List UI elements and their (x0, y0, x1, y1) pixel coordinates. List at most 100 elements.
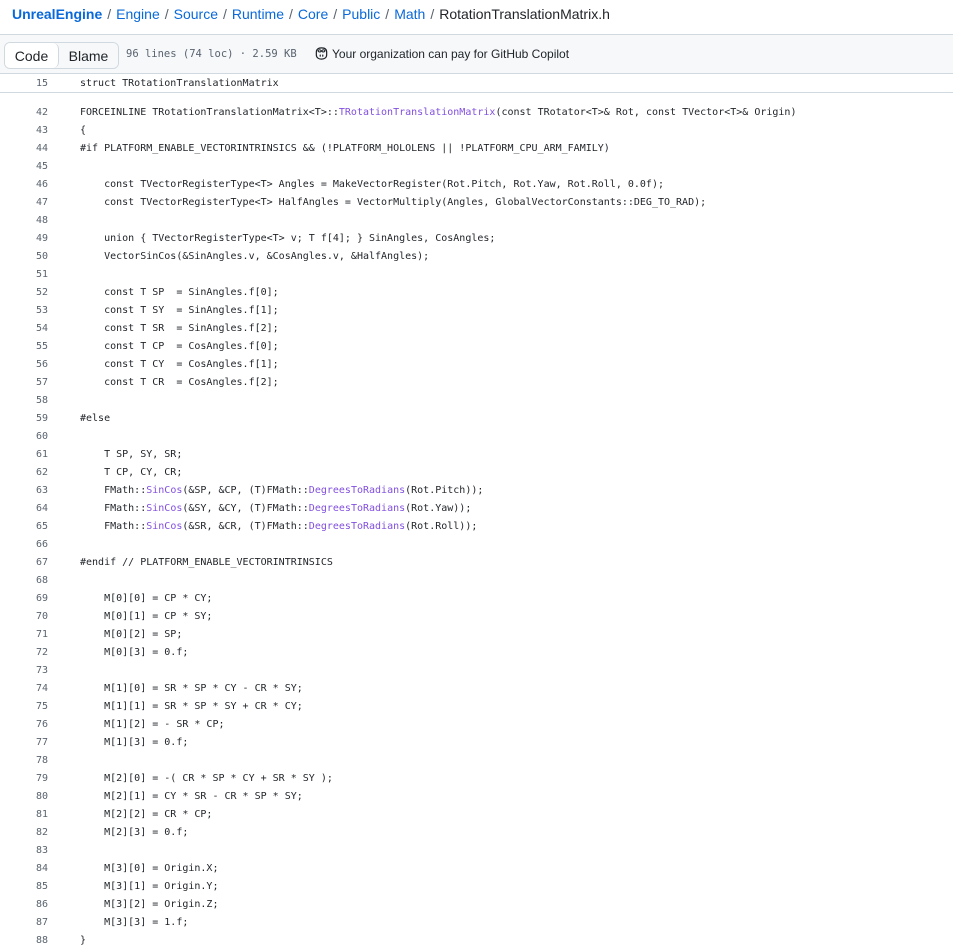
line-number[interactable]: 53 (0, 302, 48, 320)
line-number[interactable]: 86 (0, 896, 48, 914)
line-text: M[3][1] = Origin.Y; (80, 881, 219, 892)
line-number[interactable]: 46 (0, 176, 48, 194)
code-line: 50 VectorSinCos(&SinAngles.v, &CosAngles… (0, 248, 953, 266)
line-number[interactable]: 59 (0, 410, 48, 428)
line-number[interactable]: 83 (0, 842, 48, 860)
breadcrumb-current-file: RotationTranslationMatrix.h (439, 6, 610, 22)
line-number[interactable]: 49 (0, 230, 48, 248)
blame-tab-button[interactable]: Blame (59, 43, 118, 68)
line-text: FMath::SinCos(&SR, &CR, (T)FMath::Degree… (80, 521, 478, 532)
breadcrumb-separator: / (289, 6, 293, 22)
line-number[interactable]: 56 (0, 356, 48, 374)
line-text: #endif // PLATFORM_ENABLE_VECTORINTRINSI… (80, 557, 333, 568)
code-line: 76 M[1][2] = - SR * CP; (0, 716, 953, 734)
line-text: M[0][0] = CP * CY; (80, 593, 213, 604)
breadcrumb-link[interactable]: UnrealEngine (12, 6, 102, 22)
breadcrumb-link[interactable]: Engine (116, 6, 160, 22)
line-number[interactable]: 65 (0, 518, 48, 536)
line-number[interactable]: 82 (0, 824, 48, 842)
code-line: 80 M[2][1] = CY * SR - CR * SP * SY; (0, 788, 953, 806)
line-number[interactable]: 63 (0, 482, 48, 500)
line-number[interactable]: 42 (0, 104, 48, 122)
line-number[interactable]: 69 (0, 590, 48, 608)
line-number[interactable]: 85 (0, 878, 48, 896)
code-line: 81 M[2][2] = CR * CP; (0, 806, 953, 824)
line-number[interactable]: 61 (0, 446, 48, 464)
line-text: union { TVectorRegisterType<T> v; T f[4]… (80, 233, 496, 244)
code-line: 68 (0, 572, 953, 590)
line-text: M[3][2] = Origin.Z; (80, 899, 219, 910)
breadcrumb-link[interactable]: Public (342, 6, 380, 22)
line-number[interactable]: 72 (0, 644, 48, 662)
line-number[interactable]: 84 (0, 860, 48, 878)
breadcrumb-separator: / (430, 6, 435, 22)
code-tab-button[interactable]: Code (5, 43, 59, 68)
line-number[interactable]: 45 (0, 158, 48, 176)
code-view[interactable]: 42 FORCEINLINE TRotationTranslationMatrix… (0, 86, 953, 946)
line-number[interactable]: 50 (0, 248, 48, 266)
line-number[interactable]: 76 (0, 716, 48, 734)
line-text: M[2][1] = CY * SR - CR * SP * SY; (80, 791, 303, 802)
copilot-promo[interactable]: Your organization can pay for GitHub Cop… (314, 46, 569, 61)
line-number[interactable]: 78 (0, 752, 48, 770)
line-number[interactable]: 44 (0, 140, 48, 158)
code-line: 57 const T CR = CosAngles.f[2]; (0, 374, 953, 392)
code-line: 77 M[1][3] = 0.f; (0, 734, 953, 752)
file-info: 96 lines (74 loc) · 2.59 KB (126, 48, 297, 60)
code-line: 56 const T CY = CosAngles.f[1]; (0, 356, 953, 374)
breadcrumb-link[interactable]: Math (394, 6, 425, 22)
line-number[interactable]: 80 (0, 788, 48, 806)
line-text: FORCEINLINE TRotationTranslationMatrix<T… (80, 107, 797, 118)
line-text: M[1][3] = 0.f; (80, 737, 189, 748)
line-text: const T CP = CosAngles.f[0]; (80, 341, 279, 352)
code-line: 52 const T SP = SinAngles.f[0]; (0, 284, 953, 302)
line-number[interactable]: 74 (0, 680, 48, 698)
line-number[interactable]: 77 (0, 734, 48, 752)
line-number[interactable]: 43 (0, 122, 48, 140)
view-mode-toggle: Code Blame (4, 42, 119, 69)
line-number[interactable]: 62 (0, 464, 48, 482)
line-number[interactable]: 75 (0, 698, 48, 716)
line-number[interactable]: 68 (0, 572, 48, 590)
line-text: const T CY = CosAngles.f[1]; (80, 359, 279, 370)
code-line: 55 const T CP = CosAngles.f[0]; (0, 338, 953, 356)
line-number[interactable]: 60 (0, 428, 48, 446)
line-number[interactable]: 79 (0, 770, 48, 788)
breadcrumb-link[interactable]: Runtime (232, 6, 284, 22)
line-number[interactable]: 73 (0, 662, 48, 680)
line-number[interactable]: 81 (0, 806, 48, 824)
line-number[interactable]: 48 (0, 212, 48, 230)
code-line: 59 #else (0, 410, 953, 428)
line-number[interactable]: 66 (0, 536, 48, 554)
line-number[interactable]: 54 (0, 320, 48, 338)
line-number[interactable]: 67 (0, 554, 48, 572)
code-line: 42 FORCEINLINE TRotationTranslationMatrix… (0, 104, 953, 122)
line-number[interactable]: 58 (0, 392, 48, 410)
line-number[interactable]: 87 (0, 914, 48, 932)
code-line: 78 (0, 752, 953, 770)
line-text: FMath::SinCos(&SY, &CY, (T)FMath::Degree… (80, 503, 472, 514)
line-number[interactable]: 51 (0, 266, 48, 284)
line-number[interactable]: 70 (0, 608, 48, 626)
line-number[interactable]: 47 (0, 194, 48, 212)
code-line: 83 (0, 842, 953, 860)
line-number[interactable]: 57 (0, 374, 48, 392)
file-toolbar: Code Blame 96 lines (74 loc) · 2.59 KB Y… (0, 34, 953, 74)
line-number[interactable]: 64 (0, 500, 48, 518)
line-text: } (80, 935, 87, 946)
line-number[interactable]: 71 (0, 626, 48, 644)
line-number[interactable]: 55 (0, 338, 48, 356)
line-text: M[2][3] = 0.f; (80, 827, 189, 838)
line-text: { (80, 125, 87, 136)
line-number[interactable]: 88 (0, 932, 48, 946)
line-text: T SP, SY, SR; (80, 449, 183, 460)
line-number[interactable]: 52 (0, 284, 48, 302)
breadcrumb-link[interactable]: Core (298, 6, 328, 22)
code-line: 74 M[1][0] = SR * SP * CY - CR * SY; (0, 680, 953, 698)
code-line: 64 FMath::SinCos(&SY, &CY, (T)FMath::Deg… (0, 500, 953, 518)
code-line: 43 { (0, 122, 953, 140)
line-text: const TVectorRegisterType<T> Angles = Ma… (80, 179, 664, 190)
breadcrumb-link[interactable]: Source (174, 6, 218, 22)
code-line: 47 const TVectorRegisterType<T> HalfAngl… (0, 194, 953, 212)
sticky-scope-header[interactable]: 15 struct TRotationTranslationMatrix (0, 75, 953, 93)
